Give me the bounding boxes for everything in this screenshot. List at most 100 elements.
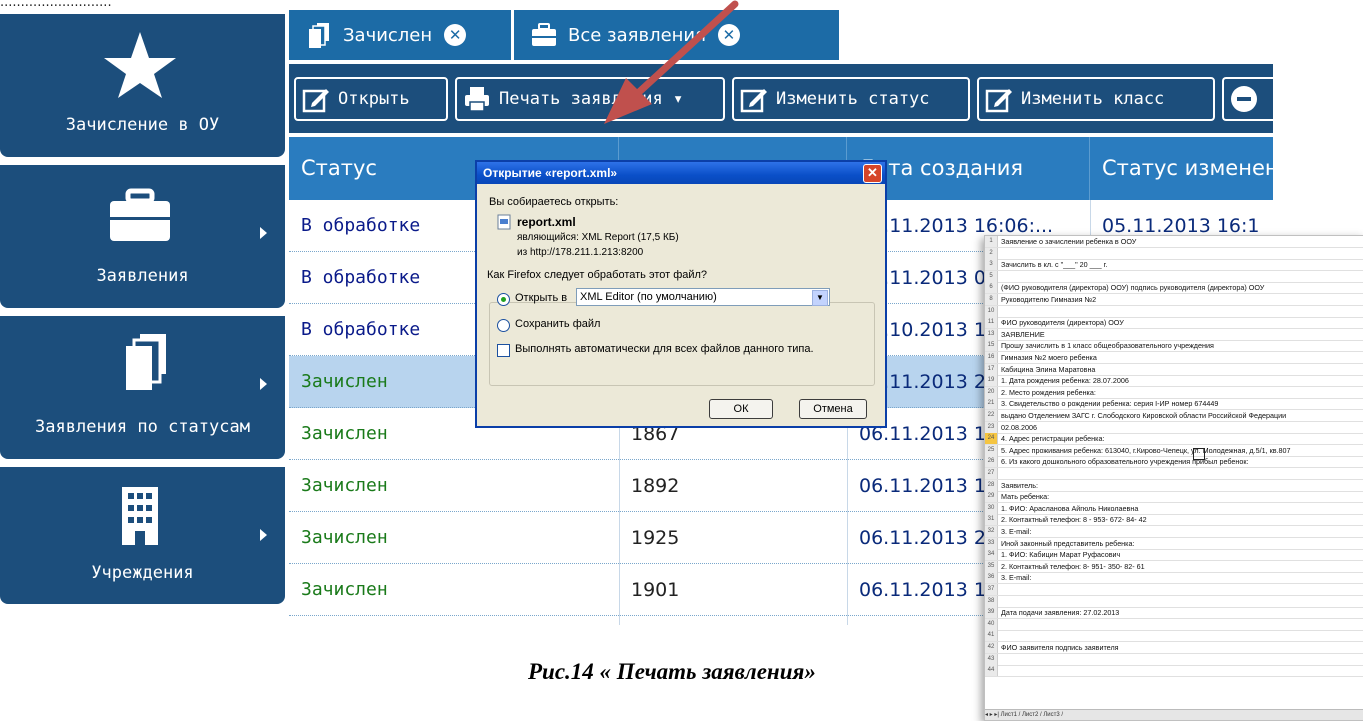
tab-enrolled[interactable]: Зачислен ✕ [289, 10, 511, 60]
dialog-question: Как Firefox следует обработать этот файл… [485, 269, 710, 281]
report-line: 15 Прошу зачислить в 1 класс общеобразова… [985, 340, 1363, 353]
report-line: 20 2. Место рождения ребенка: [985, 386, 1363, 399]
ok-button[interactable]: ОК [709, 399, 773, 419]
report-line-text: Заявление о зачислении ребенка в ООУ [1001, 237, 1137, 246]
briefcase-icon [110, 188, 170, 241]
report-line-text: Кабицина Элина Маратовна [1001, 364, 1096, 374]
report-line-number: 37 [985, 584, 998, 595]
report-line: 40 [985, 618, 1363, 631]
chevron-down-icon[interactable]: ▼ [812, 290, 828, 306]
report-line-number: 26 [985, 456, 998, 468]
report-line-number: 29 [985, 491, 998, 503]
cancel-button[interactable]: Отмена [799, 399, 867, 419]
cropped-top-text: ........................... [0, 0, 112, 10]
sidebar-item-applications-by-status[interactable]: Заявления по статусам [0, 316, 285, 459]
report-line-number: 38 [985, 595, 998, 607]
open-with-radio[interactable] [497, 293, 510, 306]
report-line-text: ФИО заявителя подпись заявителя [1001, 643, 1119, 652]
report-line: 17 Кабицина Элина Маратовна [985, 363, 1363, 376]
report-line-text: Заявитель: [1001, 480, 1038, 490]
dialog-prompt: Вы собираетесь открыть: [489, 196, 619, 208]
report-line-number: 36 [985, 572, 998, 584]
table-cell-id: 1925 [631, 527, 680, 549]
report-line-number: 5 [985, 270, 998, 282]
report-line-number: 42 [985, 642, 998, 653]
open-button-label: Открыть [338, 89, 410, 109]
save-file-label[interactable]: Сохранить файл [515, 318, 600, 330]
open-file-dialog: Открытие «report.xml» ✕ Вы собираетесь о… [475, 160, 887, 428]
report-line-number: 11 [985, 317, 998, 329]
report-line-number: 19 [985, 375, 998, 387]
report-line: 31 2. Контактный телефон: 8 - 953- 672- 8… [985, 514, 1363, 527]
report-line: 37 [985, 584, 1363, 596]
report-line: 10 [985, 305, 1363, 318]
report-line-number: 20 [985, 386, 998, 398]
change-class-button[interactable]: Изменить класс [977, 77, 1215, 121]
report-line: 29 Мать ребенка: [985, 491, 1363, 504]
save-file-radio[interactable] [497, 319, 510, 332]
stacked-pages-icon [309, 23, 329, 48]
close-icon[interactable]: ✕ [863, 164, 882, 183]
table-cell-status: Зачислен [301, 475, 388, 496]
toolbar: Открыть Печать заявления ▾ Изменить стат… [289, 64, 1273, 133]
report-line-number: 31 [985, 514, 998, 526]
report-line-number: 17 [985, 363, 998, 375]
briefcase-icon [532, 23, 556, 46]
report-line: 25 5. Адрес проживания ребенка: 613040, г… [985, 444, 1363, 457]
report-line: 1 Заявление о зачислении ребенка в ООУ [985, 236, 1363, 248]
report-line: 44 [985, 665, 1363, 678]
report-line-text: Зачислить в кл. с "___" 20 ___ г. [1001, 260, 1108, 270]
chevron-right-icon [260, 378, 267, 390]
open-button[interactable]: Открыть [294, 77, 448, 121]
table-cell-id: 1901 [631, 579, 680, 601]
report-line-text: 3. E-mail: [1001, 527, 1032, 536]
annotation-arrow [604, 0, 739, 124]
sidebar-item-applications[interactable]: Заявления [0, 165, 285, 308]
report-line: 24 4. Адрес регистрации ребенка: [985, 433, 1363, 446]
report-line: 3 Зачислить в кл. с "___" 20 ___ г. [985, 259, 1363, 272]
report-line: 22 выдано Отделением ЗАГС г. Слободского… [985, 410, 1363, 422]
change-status-button[interactable]: Изменить статус [732, 77, 970, 121]
close-tab-icon[interactable]: ✕ [444, 24, 467, 46]
report-line: 38 [985, 595, 1363, 608]
report-line: 6 (ФИО руководителя (директора) ООУ) подп… [985, 282, 1363, 295]
sidebar-item-label: Учреждения [91, 563, 194, 583]
auto-checkbox[interactable] [497, 344, 510, 357]
open-with-label[interactable]: Открыть в [515, 292, 567, 304]
report-line: 13 ЗАЯВЛЕНИЕ [985, 328, 1363, 341]
report-line-number: 33 [985, 537, 998, 549]
report-line-number: 34 [985, 549, 998, 561]
star-icon [104, 32, 176, 98]
sidebar-item-institutions[interactable]: Учреждения [0, 467, 285, 604]
change-status-label: Изменить статус [776, 89, 930, 109]
report-line-number: 23 [985, 421, 998, 433]
column-header-status-changed[interactable]: Статус изменен [1090, 137, 1273, 200]
report-line-number: 15 [985, 340, 998, 352]
report-line: 39 Дата подачи заявления: 27.02.2013 [985, 607, 1363, 620]
dialog-titlebar: Открытие «report.xml» ✕ [477, 162, 885, 184]
report-line-text: Мать ребенка: [1001, 492, 1050, 502]
report-line-text: 2. Контактный телефон: 8 - 953- 672- 84-… [1001, 515, 1147, 525]
report-line-text: 3. E-mail: [1001, 573, 1032, 583]
sidebar-item-enrollment[interactable]: Зачисление в ОУ [0, 14, 285, 157]
remove-button[interactable] [1222, 77, 1273, 121]
application-select[interactable]: XML Editor (по умолчанию) ▼ [576, 288, 830, 306]
report-line-text: 02.08.2006 [1001, 422, 1037, 432]
report-line-number: 10 [985, 305, 998, 317]
edit-icon [302, 89, 329, 113]
auto-checkbox-label[interactable]: Выполнять автоматически для всех файлов … [515, 343, 814, 355]
report-line-text: 1. ФИО: Кабицин Марат Руфасович [1001, 550, 1121, 560]
report-line-text: Дата подачи заявления: 27.02.2013 [1001, 608, 1120, 618]
report-line-text: Гимназия №2 моего ребенка [1001, 353, 1097, 362]
report-line-text: ЗАЯВЛЕНИЕ [1001, 329, 1045, 339]
tab-label: Зачислен [343, 24, 433, 46]
report-line-text: (ФИО руководителя (директора) ООУ) подпи… [1001, 283, 1265, 293]
report-line-number: 44 [985, 665, 998, 677]
report-line-text: Прошу зачислить в 1 класс общеобразовате… [1001, 341, 1214, 351]
report-line: 30 1. ФИО: Арасланова Айгюль Николаевна [985, 502, 1363, 515]
report-line: 41 [985, 630, 1363, 643]
report-line-text: 3. Свидетельство о рождении ребенка: сер… [1001, 399, 1219, 409]
report-line-number: 6 [985, 282, 998, 294]
report-line-number: 40 [985, 618, 998, 630]
report-line-number: 27 [985, 468, 998, 479]
